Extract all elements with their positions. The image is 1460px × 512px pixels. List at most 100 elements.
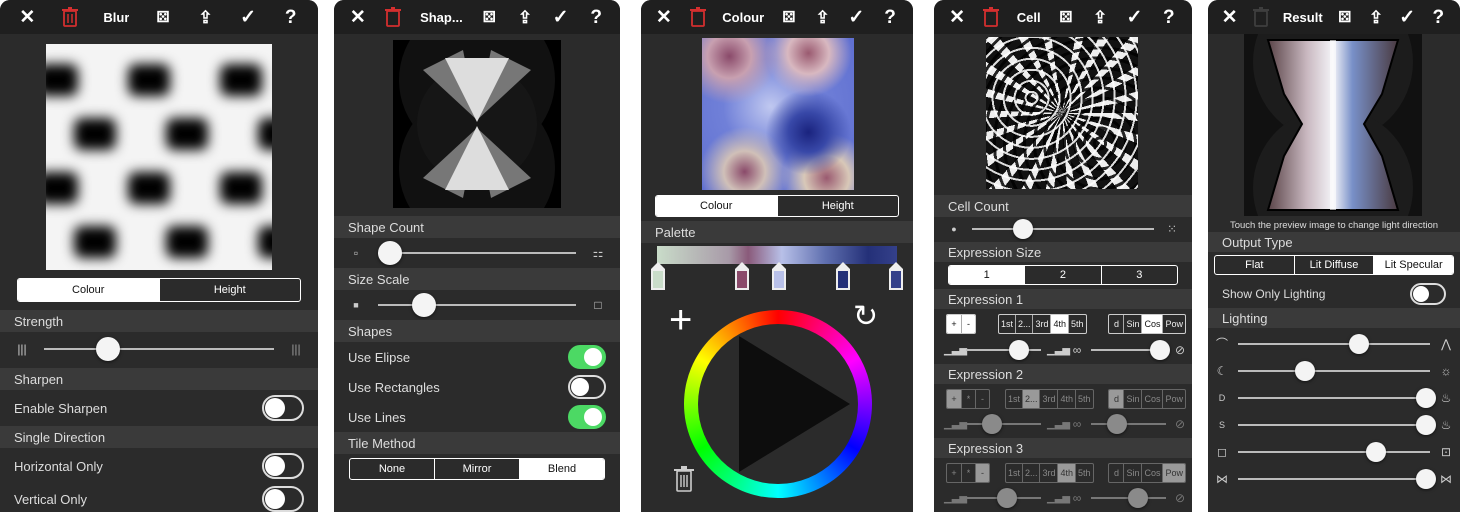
horizontal-only-toggle[interactable]	[262, 453, 304, 479]
func-pow[interactable]: Pow	[1162, 464, 1185, 482]
segment-colour[interactable]: Colour	[18, 279, 159, 301]
dice-icon[interactable]: ⚄	[1057, 10, 1075, 25]
palette-stop[interactable]	[836, 262, 850, 295]
order-1st[interactable]: 1st	[1006, 464, 1022, 482]
order-1st[interactable]: 1st	[999, 315, 1015, 333]
enable-sharpen-toggle[interactable]	[262, 395, 304, 421]
dice-icon[interactable]: ⚄	[154, 10, 172, 25]
trash-icon[interactable]	[674, 466, 694, 497]
order-5th[interactable]: 5th	[1068, 315, 1086, 333]
op-plus[interactable]: +	[947, 390, 961, 408]
operator-selector[interactable]: + * -	[946, 463, 990, 483]
cell-preview[interactable]	[986, 37, 1138, 189]
shape-count-slider[interactable]	[377, 241, 576, 265]
use-elipse-toggle[interactable]	[568, 345, 606, 369]
tile-blend[interactable]: Blend	[519, 459, 604, 479]
segment-colour[interactable]: Colour	[656, 196, 777, 216]
palette-stop[interactable]	[735, 262, 749, 295]
ambient-slider[interactable]	[1238, 441, 1430, 462]
specular-slider[interactable]	[1238, 414, 1437, 435]
check-icon[interactable]: ✓	[239, 8, 257, 27]
trash-icon[interactable]	[1252, 7, 1270, 27]
check-icon[interactable]: ✓	[1125, 8, 1143, 27]
output-lit-specular[interactable]: Lit Specular	[1373, 256, 1453, 274]
order-3rd[interactable]: 3rd	[1039, 464, 1057, 482]
segment-height[interactable]: Height	[158, 279, 301, 301]
operator-selector[interactable]: + * -	[946, 389, 990, 409]
help-icon[interactable]: ?	[881, 8, 899, 27]
order-selector[interactable]: 1st 2... 3rd 4th 5th	[997, 314, 1087, 334]
func-cos[interactable]: Cos	[1141, 464, 1162, 482]
check-icon[interactable]: ✓	[552, 8, 570, 27]
shapes-preview[interactable]	[393, 40, 561, 208]
dice-icon[interactable]: ⚄	[480, 10, 498, 25]
func-d[interactable]: d	[1109, 315, 1123, 333]
order-4th[interactable]: 4th	[1050, 315, 1068, 333]
order-4th[interactable]: 4th	[1057, 390, 1075, 408]
operator-selector[interactable]: + -	[946, 314, 976, 334]
share-icon[interactable]: ⇪	[814, 9, 832, 26]
share-icon[interactable]: ⇪	[1367, 9, 1385, 26]
dice-icon[interactable]: ⚄	[1336, 10, 1354, 25]
trash-icon[interactable]	[384, 7, 402, 27]
func-cos[interactable]: Cos	[1141, 315, 1163, 333]
size-scale-slider[interactable]	[378, 293, 576, 317]
order-selector[interactable]: 1st 2... 3rd 4th 5th	[1004, 389, 1094, 409]
share-icon[interactable]: ⇪	[516, 9, 534, 26]
order-2nd[interactable]: 2...	[1014, 315, 1033, 333]
size-3[interactable]: 3	[1100, 266, 1177, 284]
blur-preview[interactable]	[46, 44, 272, 270]
output-flat[interactable]: Flat	[1215, 256, 1294, 274]
order-5th[interactable]: 5th	[1075, 464, 1093, 482]
close-icon[interactable]: ✕	[1221, 8, 1239, 27]
segment-height[interactable]: Height	[776, 196, 899, 216]
expression-3-weight-slider[interactable]	[966, 488, 1041, 508]
order-1st[interactable]: 1st	[1006, 390, 1022, 408]
func-d[interactable]: d	[1109, 464, 1123, 482]
func-sin[interactable]: Sin	[1123, 390, 1141, 408]
palette-stop[interactable]	[889, 262, 903, 295]
order-selector[interactable]: 1st 2... 3rd 4th 5th	[1004, 463, 1094, 483]
func-pow[interactable]: Pow	[1162, 390, 1185, 408]
dice-icon[interactable]: ⚄	[780, 10, 798, 25]
order-2nd[interactable]: 2...	[1021, 464, 1040, 482]
diffuse-slider[interactable]	[1238, 387, 1437, 408]
palette-stop[interactable]	[772, 262, 786, 295]
bump-slider[interactable]	[1238, 468, 1437, 489]
light-intensity-slider[interactable]	[1238, 360, 1430, 381]
colour-wheel[interactable]	[684, 310, 872, 498]
close-icon[interactable]: ✕	[655, 8, 673, 27]
size-1[interactable]: 1	[949, 266, 1025, 284]
vertical-only-toggle[interactable]	[262, 486, 304, 512]
func-sin[interactable]: Sin	[1123, 315, 1141, 333]
expression-1-mix-slider[interactable]	[1091, 340, 1170, 360]
help-icon[interactable]: ?	[282, 8, 300, 27]
help-icon[interactable]: ?	[587, 8, 605, 27]
expression-2-weight-slider[interactable]	[966, 414, 1041, 434]
order-3rd[interactable]: 3rd	[1032, 315, 1050, 333]
op-plus[interactable]: +	[947, 464, 961, 482]
strength-slider[interactable]	[44, 337, 274, 361]
tile-none[interactable]: None	[350, 459, 434, 479]
expression-3-mix-slider[interactable]	[1091, 488, 1166, 508]
func-pow[interactable]: Pow	[1162, 315, 1185, 333]
share-icon[interactable]: ⇪	[1091, 9, 1109, 26]
check-icon[interactable]: ✓	[1398, 8, 1416, 27]
op-minus[interactable]: -	[975, 464, 989, 482]
colour-preview[interactable]	[702, 38, 854, 190]
op-plus[interactable]: +	[947, 315, 961, 333]
result-preview[interactable]	[1244, 34, 1422, 216]
help-icon[interactable]: ?	[1160, 8, 1178, 27]
func-cos[interactable]: Cos	[1141, 390, 1162, 408]
tile-mirror[interactable]: Mirror	[434, 459, 519, 479]
func-d[interactable]: d	[1109, 390, 1124, 408]
use-rectangles-toggle[interactable]	[568, 375, 606, 399]
check-icon[interactable]: ✓	[847, 8, 865, 27]
output-lit-diffuse[interactable]: Lit Diffuse	[1293, 256, 1374, 274]
op-minus[interactable]: -	[975, 390, 989, 408]
order-5th[interactable]: 5th	[1075, 390, 1093, 408]
order-4th[interactable]: 4th	[1057, 464, 1075, 482]
close-icon[interactable]: ✕	[18, 8, 36, 27]
trash-icon[interactable]	[982, 7, 1000, 27]
close-icon[interactable]: ✕	[948, 8, 966, 27]
